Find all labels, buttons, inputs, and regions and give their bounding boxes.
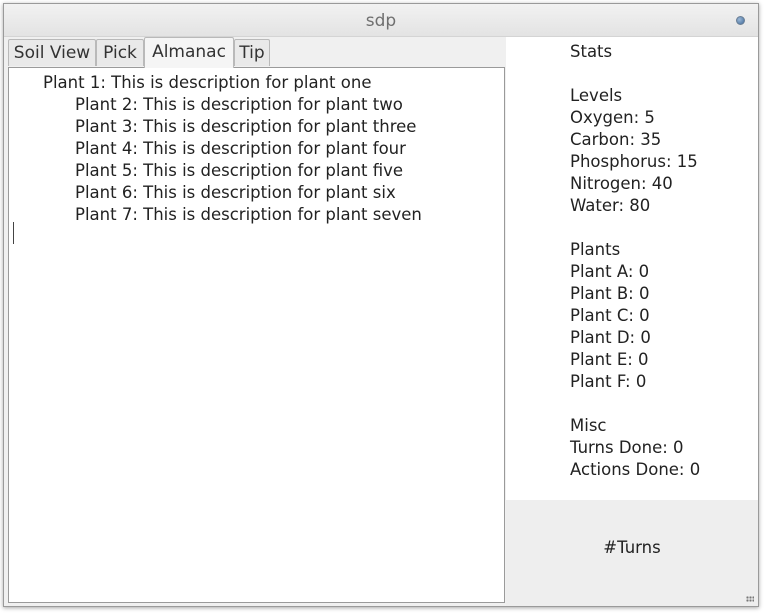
water-level: Water: 80 [570, 196, 651, 215]
nitrogen-level: Nitrogen: 40 [570, 174, 673, 193]
stats-panel: Stats Levels Oxygen: 5 Carbon: 35 Phosph… [506, 37, 758, 500]
window-title: sdp [365, 11, 397, 31]
close-icon[interactable] [736, 16, 745, 25]
oxygen-level: Oxygen: 5 [570, 108, 655, 127]
tab-pick[interactable]: Pick [96, 39, 144, 66]
resize-grip[interactable] [746, 596, 754, 602]
list-item: Plant 2: This is description for plant t… [75, 95, 403, 114]
list-item: Plant 4: This is description for plant f… [75, 139, 406, 158]
app-window: sdp Soil View Pick Almanac Tip Plant 1: … [3, 3, 759, 607]
turns-done: Turns Done: 0 [570, 438, 684, 457]
plant-b-count: Plant B: 0 [570, 284, 650, 303]
turns-label: #Turns [603, 538, 661, 557]
list-item: Plant 5: This is description for plant f… [75, 161, 404, 180]
actions-done: Actions Done: 0 [570, 460, 701, 479]
tab-tip[interactable]: Tip [234, 39, 270, 66]
carbon-level: Carbon: 35 [570, 130, 662, 149]
almanac-text-area[interactable]: Plant 1: This is description for plant o… [8, 67, 505, 603]
text-cursor [13, 222, 14, 244]
plant-e-count: Plant E: 0 [570, 350, 649, 369]
list-item: Plant 7: This is description for plant s… [75, 205, 422, 224]
plant-c-count: Plant C: 0 [570, 306, 650, 325]
title-bar: sdp [4, 4, 758, 37]
plant-f-count: Plant F: 0 [570, 372, 647, 391]
turns-panel: #Turns [506, 500, 758, 606]
misc-header: Misc [570, 416, 607, 435]
levels-header: Levels [570, 86, 623, 105]
list-item: Plant 1: This is description for plant o… [43, 73, 372, 92]
list-item: Plant 6: This is description for plant s… [75, 183, 396, 202]
phosphorus-level: Phosphorus: 15 [570, 152, 698, 171]
tab-soil-view[interactable]: Soil View [8, 39, 96, 66]
list-item: Plant 3: This is description for plant t… [75, 117, 417, 136]
stats-header: Stats [570, 42, 613, 61]
tab-almanac[interactable]: Almanac [144, 37, 234, 68]
plants-header: Plants [570, 240, 621, 259]
plant-d-count: Plant D: 0 [570, 328, 651, 347]
plant-a-count: Plant A: 0 [570, 262, 650, 281]
